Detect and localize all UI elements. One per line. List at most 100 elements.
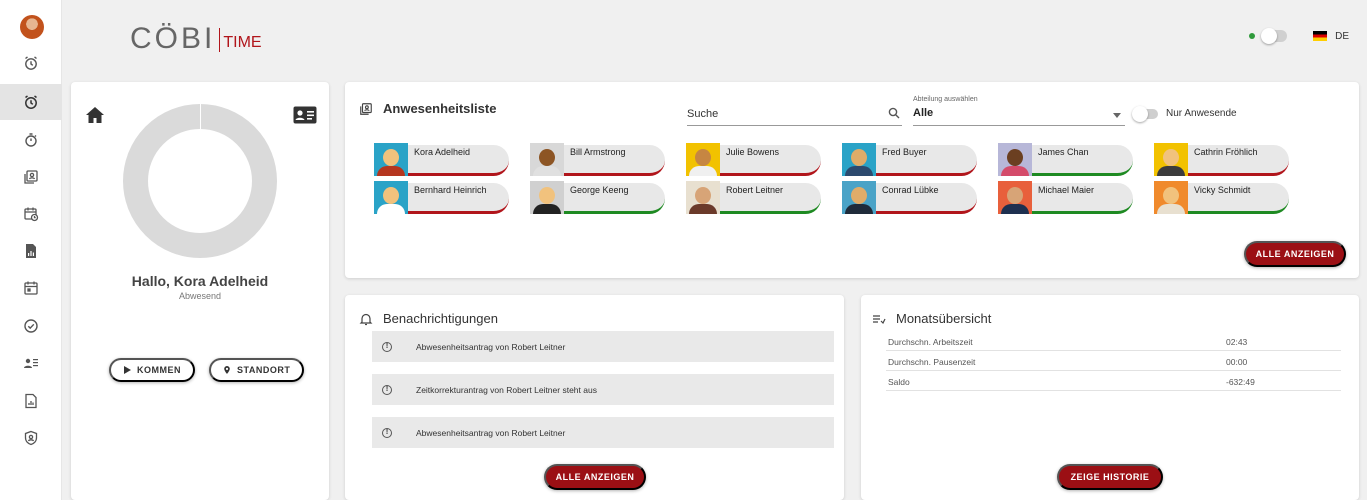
person-name: Bernhard Heinrich [414, 185, 487, 195]
attendance-card: Anwesenheitsliste Suche Abteilung auswäh… [345, 82, 1359, 278]
user-avatar[interactable] [20, 15, 44, 39]
sidebar-item-reports[interactable] [0, 233, 62, 269]
sidebar-item-time-tracking[interactable] [0, 84, 62, 120]
month-overview-title: Monatsübersicht [872, 311, 991, 326]
presence-status: Abwesend [178, 291, 222, 301]
come-button-label: KOMMEN [137, 365, 181, 375]
document-chart-icon [25, 393, 37, 409]
search-placeholder: Suche [687, 108, 719, 120]
only-present-label: Nur Anwesende [1166, 108, 1237, 119]
person-chip[interactable]: Vicky Schmidt [1154, 181, 1289, 214]
id-card-icon[interactable] [293, 106, 317, 124]
sidebar-item-admin[interactable] [0, 420, 62, 456]
sidebar-item-calendar[interactable] [0, 270, 62, 306]
info-icon: ! [382, 384, 392, 395]
department-select[interactable]: Abteilung auswählen Alle [913, 96, 1125, 126]
month-row-work-time: Durchschn. Arbeitszeit 02:43 [886, 331, 1341, 351]
sort-list-icon [873, 314, 886, 324]
calendar-icon [24, 281, 38, 295]
person-photo [998, 143, 1032, 176]
info-icon: ! [382, 427, 392, 438]
location-pin-icon [224, 366, 230, 374]
location-button[interactable]: STANDORT [209, 358, 305, 382]
month-row-break-time: Durchschn. Pausenzeit 00:00 [886, 351, 1341, 371]
person-photo [1154, 181, 1188, 214]
attendance-title: Anwesenheitsliste [359, 101, 496, 116]
sidebar-item-presence[interactable] [0, 159, 62, 195]
person-photo [530, 181, 564, 214]
person-name: Robert Leitner [726, 185, 784, 195]
calendar-schedule-icon [24, 207, 39, 222]
person-photo [374, 181, 408, 214]
person-photo [842, 143, 876, 176]
search-icon[interactable] [888, 107, 900, 119]
notification-item[interactable]: ! Abwesenheitsantrag von Robert Leitner [372, 331, 834, 362]
sidebar-item-clock[interactable] [0, 45, 62, 81]
notification-item[interactable]: ! Zeitkorrekturantrag von Robert Leitner… [372, 374, 834, 405]
report-file-icon [26, 244, 36, 258]
person-photo [374, 143, 408, 176]
notifications-card: Benachrichtigungen ! Abwesenheitsantrag … [345, 295, 844, 500]
person-name: Kora Adelheid [414, 147, 471, 157]
person-chip[interactable]: Fred Buyer [842, 143, 977, 176]
alarm-clock-icon [25, 56, 37, 70]
person-photo [998, 181, 1032, 214]
presence-list-icon [360, 102, 372, 115]
location-button-label: STANDORT [237, 365, 291, 375]
only-present-filter[interactable]: Nur Anwesende [1132, 105, 1237, 122]
person-name: Michael Maier [1038, 185, 1095, 195]
person-chip[interactable]: Cathrin Fröhlich [1154, 143, 1289, 176]
moon-icon [1297, 31, 1303, 41]
sidebar-item-schedule[interactable] [0, 196, 62, 232]
month-row-balance: Saldo -632:49 [886, 371, 1341, 391]
department-label: Abteilung auswählen [913, 96, 978, 103]
admin-shield-icon [24, 430, 38, 446]
person-name: James Chan [1038, 147, 1089, 157]
user-list-icon [24, 358, 38, 368]
check-circle-icon [24, 319, 38, 333]
person-chip[interactable]: Robert Leitner [686, 181, 821, 214]
search-input[interactable]: Suche [687, 104, 902, 126]
german-flag-icon[interactable] [1313, 31, 1328, 41]
info-icon: ! [382, 341, 392, 352]
person-chip[interactable]: Michael Maier [998, 181, 1133, 214]
show-all-notifications-button[interactable]: ALLE ANZEIGEN [544, 464, 646, 490]
play-icon [124, 366, 131, 374]
only-present-toggle[interactable] [1132, 105, 1158, 122]
person-photo [842, 181, 876, 214]
alarm-clock-icon [25, 95, 37, 109]
person-name: Bill Armstrong [570, 147, 626, 157]
presence-list-icon [24, 170, 38, 184]
language-code[interactable]: DE [1335, 31, 1349, 42]
person-name: Julie Bowens [726, 147, 780, 157]
sidebar-item-employees[interactable] [0, 345, 62, 381]
person-chip[interactable]: George Keeng [530, 181, 665, 214]
logo-sub-text: TIME [223, 34, 262, 51]
notification-item[interactable]: ! Abwesenheitsantrag von Robert Leitner [372, 417, 834, 448]
month-overview-card: Monatsübersicht Durchschn. Arbeitszeit 0… [861, 295, 1359, 500]
person-chip[interactable]: Bernhard Heinrich [374, 181, 509, 214]
person-chip[interactable]: Bill Armstrong [530, 143, 665, 176]
person-chip[interactable]: Julie Bowens [686, 143, 821, 176]
department-value: Alle [913, 107, 934, 119]
timer-icon [25, 133, 37, 147]
come-button[interactable]: KOMMEN [109, 358, 195, 382]
show-history-button[interactable]: ZEIGE HISTORIE [1057, 464, 1163, 490]
person-chip[interactable]: Conrad Lübke [842, 181, 977, 214]
sidebar-item-approvals[interactable] [0, 308, 62, 344]
work-time-ring [123, 104, 277, 258]
sidebar-item-timer[interactable] [0, 122, 62, 158]
chevron-down-icon [1113, 113, 1121, 118]
sidebar-item-statistics[interactable] [0, 383, 62, 419]
person-name: Conrad Lübke [882, 185, 939, 195]
home-icon[interactable] [85, 106, 105, 124]
person-name: Vicky Schmidt [1194, 185, 1251, 195]
person-photo [686, 143, 720, 176]
show-all-attendance-button[interactable]: ALLE ANZEIGEN [1244, 241, 1346, 267]
app-logo: CÖBI TIME [130, 22, 262, 56]
person-chip[interactable]: James Chan [998, 143, 1133, 176]
person-chip[interactable]: Kora Adelheid [374, 143, 509, 176]
bell-icon [359, 313, 373, 325]
dark-mode-toggle[interactable] [1261, 28, 1288, 44]
person-name: Cathrin Fröhlich [1194, 147, 1258, 157]
